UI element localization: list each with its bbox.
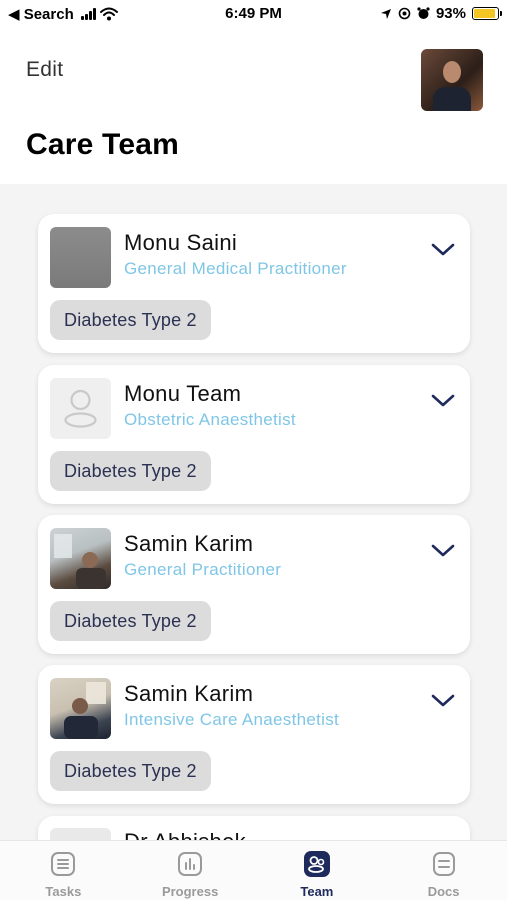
avatar <box>50 378 111 439</box>
member-name: Monu Team <box>124 381 242 406</box>
team-member-card[interactable]: Samin Karim Intensive Care Anaesthetist … <box>38 665 470 804</box>
member-name: Monu Saini <box>124 230 238 255</box>
condition-tag: Diabetes Type 2 <box>50 300 211 340</box>
header: Edit Care Team <box>0 28 507 184</box>
member-name: Dr Abhishek <box>124 829 246 840</box>
tab-label: Tasks <box>45 884 82 899</box>
chevron-down-icon[interactable] <box>430 240 456 260</box>
chevron-down-icon[interactable] <box>430 541 456 561</box>
avatar <box>50 528 111 589</box>
team-member-card[interactable]: Monu Saini General Medical Practitioner … <box>38 214 470 353</box>
person-placeholder-icon <box>64 389 97 428</box>
document-icon <box>432 852 455 876</box>
member-role: General Practitioner <box>124 560 282 579</box>
tab-tasks[interactable]: Tasks <box>0 841 127 900</box>
list-icon <box>51 852 76 876</box>
avatar <box>50 678 111 739</box>
chevron-down-icon[interactable] <box>430 691 456 711</box>
condition-tag: Diabetes Type 2 <box>50 751 211 791</box>
team-member-card[interactable]: Samin Karim General Practitioner Diabete… <box>38 515 470 654</box>
bar-chart-icon <box>178 852 203 876</box>
member-name: Samin Karim <box>124 681 254 706</box>
battery-percent: 93% <box>435 5 466 22</box>
condition-tag: Diabetes Type 2 <box>50 601 211 641</box>
battery-icon <box>472 7 502 20</box>
team-member-card[interactable]: Monu Team Obstetric Anaesthetist Diabete… <box>38 365 470 504</box>
location-arrow-icon <box>380 8 391 19</box>
tab-bar: Tasks Progress Team Docs <box>0 840 507 900</box>
avatar <box>50 227 111 288</box>
status-bar: ◀ Search 6:49 PM 93% <box>0 0 507 28</box>
edit-button[interactable]: Edit <box>26 58 63 82</box>
tab-team[interactable]: Team <box>254 841 381 900</box>
member-role: General Medical Practitioner <box>124 259 347 278</box>
chevron-down-icon[interactable] <box>430 391 456 411</box>
tab-label: Team <box>300 884 334 899</box>
page-title: Care Team <box>26 128 179 161</box>
care-team-list[interactable]: Monu Saini General Medical Practitioner … <box>0 184 507 840</box>
team-icon <box>303 851 330 877</box>
avatar <box>50 828 111 840</box>
tab-label: Docs <box>427 884 460 899</box>
tab-label: Progress <box>161 884 219 899</box>
team-member-card-partial[interactable]: Dr Abhishek <box>38 816 470 840</box>
member-name: Samin Karim <box>124 531 254 556</box>
alarm-icon <box>417 7 430 19</box>
member-role: Obstetric Anaesthetist <box>124 410 296 429</box>
condition-tag: Diabetes Type 2 <box>50 451 211 491</box>
member-role: Intensive Care Anaesthetist <box>124 710 340 729</box>
tab-progress[interactable]: Progress <box>127 841 254 900</box>
orientation-lock-icon <box>398 7 411 20</box>
profile-avatar[interactable] <box>421 49 483 111</box>
battery-fill <box>474 9 496 18</box>
tab-docs[interactable]: Docs <box>380 841 507 900</box>
